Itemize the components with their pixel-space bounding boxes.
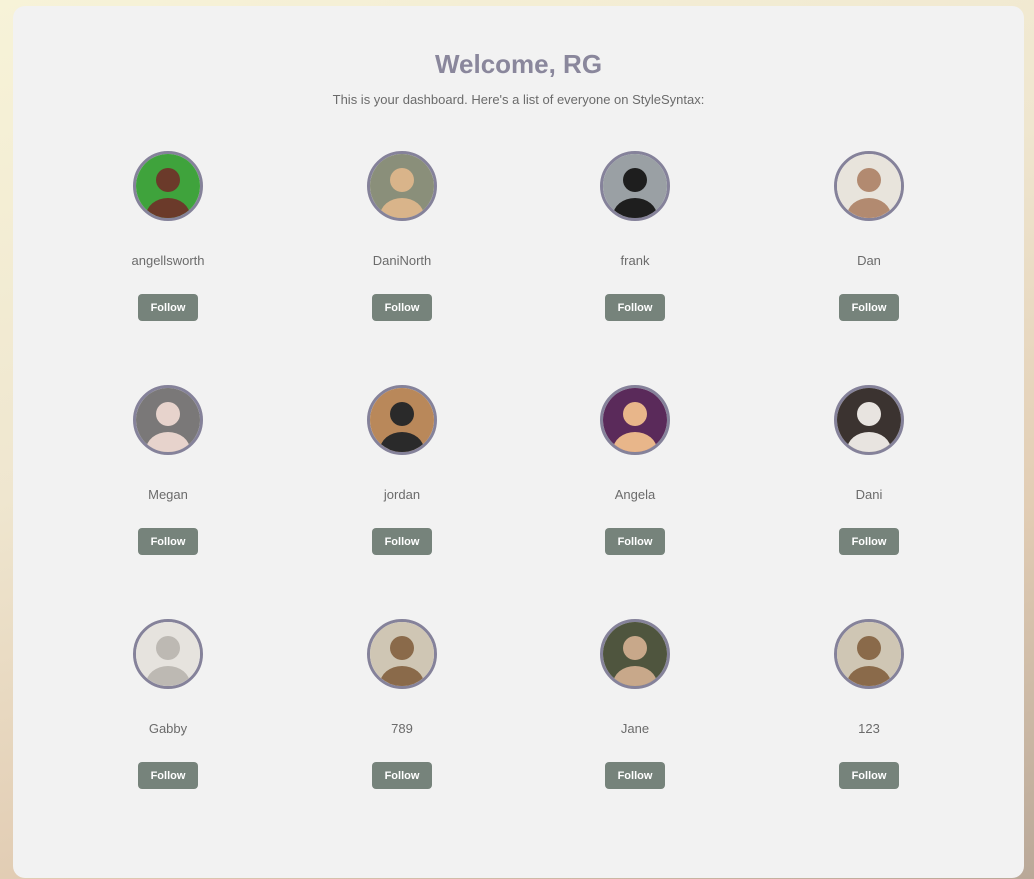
follow-button[interactable]: Follow xyxy=(372,294,432,321)
user-card: frank Follow xyxy=(535,151,735,331)
username-label: Dani xyxy=(855,487,883,502)
username-label: 123 xyxy=(858,721,880,736)
user-card: Megan Follow xyxy=(68,385,268,565)
user-card: jordan Follow xyxy=(302,385,502,565)
username-label: Jane xyxy=(620,721,650,736)
photo-avatar-icon[interactable] xyxy=(133,385,203,455)
user-card: Dan Follow xyxy=(769,151,969,331)
photo-avatar-icon[interactable] xyxy=(834,151,904,221)
follow-button[interactable]: Follow xyxy=(839,294,899,321)
username-label: DaniNorth xyxy=(372,253,432,268)
user-card: Dani Follow xyxy=(769,385,969,565)
photo-avatar-icon[interactable] xyxy=(834,385,904,455)
user-card: 123 Follow xyxy=(769,619,969,799)
follow-button[interactable]: Follow xyxy=(372,528,432,555)
follow-button[interactable]: Follow xyxy=(839,762,899,789)
username-label: 789 xyxy=(391,721,413,736)
follow-button[interactable]: Follow xyxy=(138,528,198,555)
user-card: Jane Follow xyxy=(535,619,735,799)
user-card: Gabby Follow xyxy=(68,619,268,799)
follow-button[interactable]: Follow xyxy=(372,762,432,789)
dashboard-card: Welcome, RG This is your dashboard. Here… xyxy=(13,6,1024,878)
user-grid: angellsworth Follow DaniNorth Follow frank Fo… xyxy=(13,6,1024,878)
photo-avatar-icon[interactable] xyxy=(600,619,670,689)
follow-button[interactable]: Follow xyxy=(605,762,665,789)
user-card: DaniNorth Follow xyxy=(302,151,502,331)
user-card: 789 Follow xyxy=(302,619,502,799)
username-label: frank xyxy=(620,253,650,268)
follow-button[interactable]: Follow xyxy=(138,762,198,789)
default-avatar-icon[interactable] xyxy=(133,619,203,689)
follow-button[interactable]: Follow xyxy=(839,528,899,555)
photo-avatar-icon[interactable] xyxy=(600,151,670,221)
username-label: Gabby xyxy=(148,721,188,736)
follow-button[interactable]: Follow xyxy=(138,294,198,321)
photo-avatar-icon[interactable] xyxy=(367,385,437,455)
user-card: Angela Follow xyxy=(535,385,735,565)
follow-button[interactable]: Follow xyxy=(605,294,665,321)
username-label: angellsworth xyxy=(131,253,205,268)
user-card: angellsworth Follow xyxy=(68,151,268,331)
photo-avatar-icon[interactable] xyxy=(133,151,203,221)
username-label: Megan xyxy=(148,487,188,502)
follow-button[interactable]: Follow xyxy=(605,528,665,555)
photo-avatar-icon[interactable] xyxy=(367,151,437,221)
photo-avatar-icon[interactable] xyxy=(834,619,904,689)
username-label: jordan xyxy=(383,487,421,502)
username-label: Angela xyxy=(614,487,656,502)
username-label: Dan xyxy=(857,253,881,268)
photo-avatar-icon[interactable] xyxy=(600,385,670,455)
photo-avatar-icon[interactable] xyxy=(367,619,437,689)
